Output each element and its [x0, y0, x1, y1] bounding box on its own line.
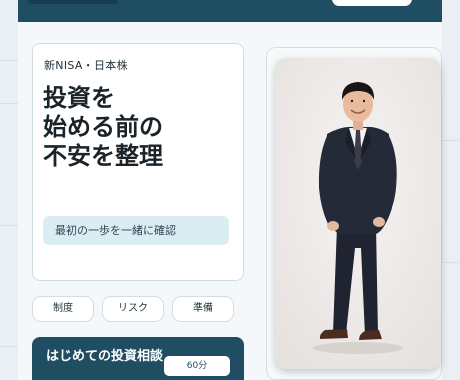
duration-badge: 60分 — [164, 356, 230, 376]
grid-line — [0, 225, 18, 226]
grid-line — [442, 140, 460, 141]
grid-line — [442, 262, 460, 263]
hero-headline: 投資を 始める前の 不安を整理 — [43, 84, 163, 170]
grid-line — [0, 103, 18, 104]
hero-note: 最初の一歩を一緒に確認 — [43, 216, 229, 245]
consultation-card[interactable]: はじめての投資相談 60分 — [32, 337, 244, 380]
page: 新NISA・日本株 投資を 始める前の 不安を整理 最初の一歩を一緒に確認 制度… — [0, 0, 460, 380]
grid-line — [0, 346, 18, 347]
tag-seido[interactable]: 制度 — [32, 296, 94, 322]
header-cta-button[interactable] — [332, 0, 412, 6]
advisor-illustration — [275, 58, 441, 369]
grid-line — [0, 60, 18, 61]
top-navigation-bar — [18, 0, 442, 22]
tag-junbi[interactable]: 準備 — [172, 296, 234, 322]
consultation-title: はじめての投資相談 — [46, 349, 164, 364]
site-logo[interactable] — [28, 0, 118, 4]
hero-eyebrow: 新NISA・日本株 — [44, 59, 128, 72]
hero-card: 新NISA・日本株 投資を 始める前の 不安を整理 最初の一歩を一緒に確認 — [32, 43, 244, 281]
advisor-photo — [275, 58, 441, 369]
tag-risk[interactable]: リスク — [102, 296, 164, 322]
